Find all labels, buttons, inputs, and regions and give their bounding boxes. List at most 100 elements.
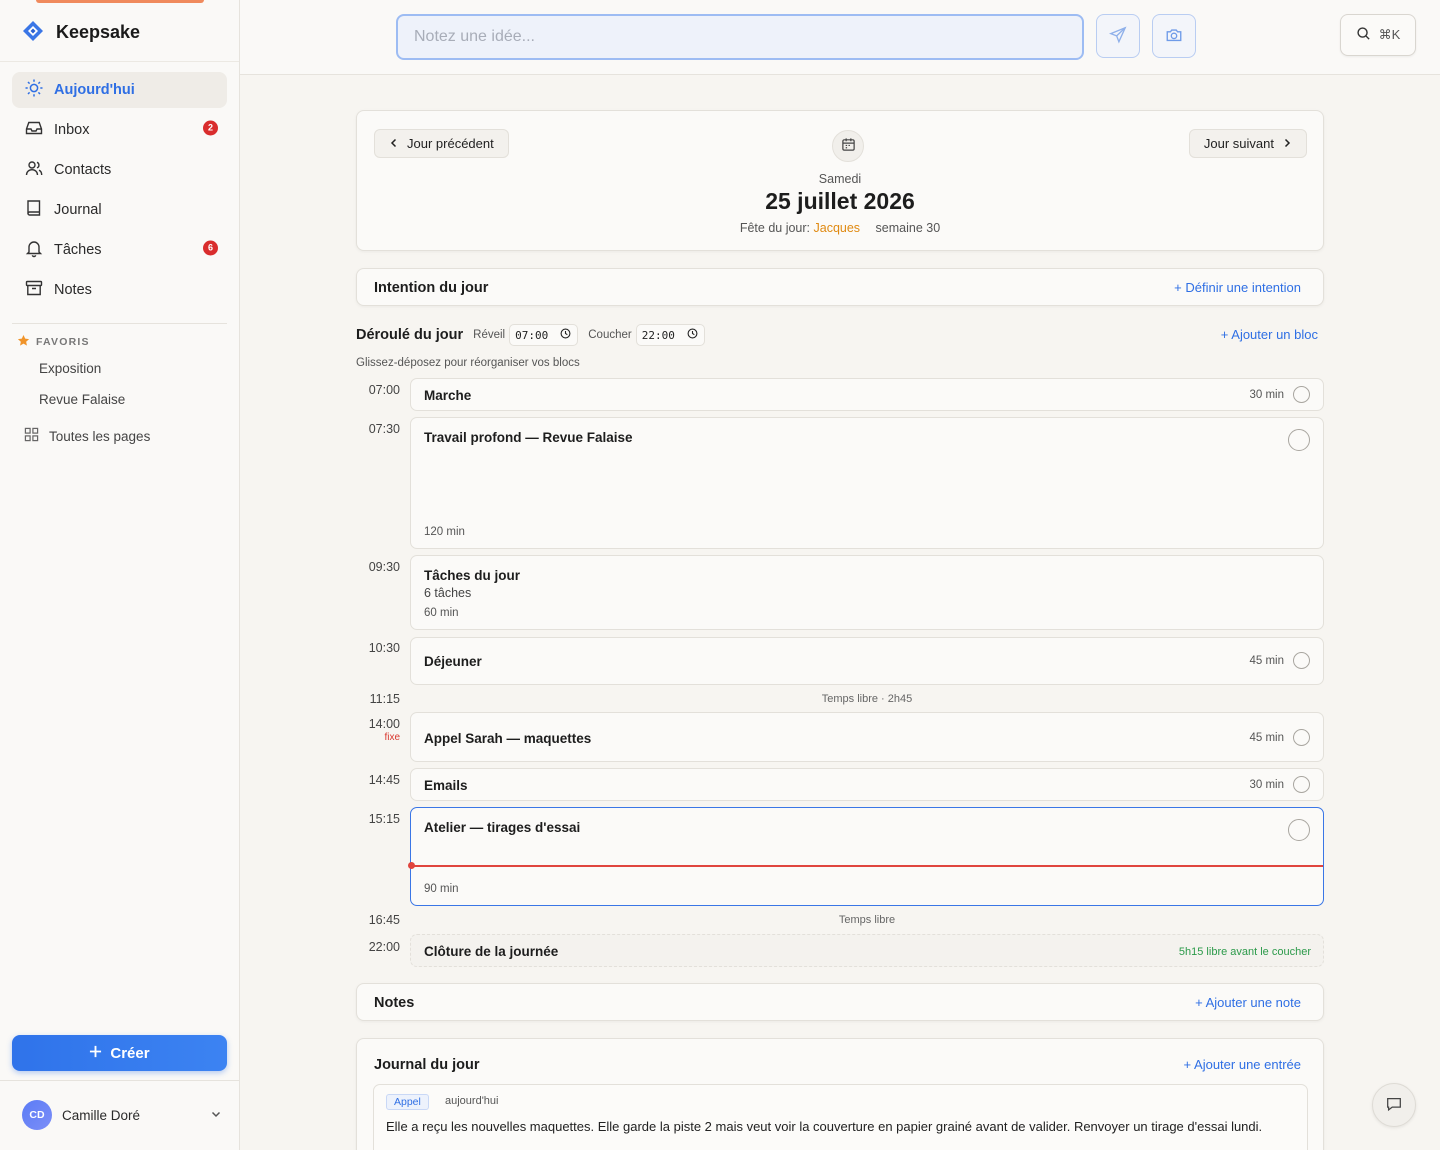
block-title: Atelier — tirages d'essai (424, 820, 581, 835)
entry-text: Elle a reçu les nouvelles maquettes. Ell… (386, 1119, 1263, 1134)
bed-label: Coucher (588, 329, 632, 341)
complete-checkbox[interactable] (1293, 652, 1310, 669)
day-flow-header: Déroulé du jour Réveil 07:00 Coucher 22:… (356, 324, 1324, 346)
sidebar-item-notes[interactable]: Notes (12, 272, 227, 308)
timeline-time: 10:30 (368, 641, 400, 655)
grid-icon (24, 427, 39, 445)
current-time-line (411, 865, 1323, 867)
favorite-item[interactable]: Exposition (39, 361, 101, 376)
current-schedule-block[interactable]: Atelier — tirages d'essai 90 min (408, 807, 1324, 906)
schedule-block[interactable]: Marche 30 min (410, 378, 1324, 411)
complete-checkbox[interactable] (1288, 429, 1310, 451)
complete-checkbox[interactable] (1293, 729, 1310, 746)
day-closing-block[interactable]: Clôture de la journée 5h15 libre avant l… (410, 934, 1324, 967)
sun-icon (24, 78, 44, 102)
section-title: Déroulé du jour (356, 327, 464, 343)
inbox-count-badge: 2 (203, 120, 218, 136)
avatar: CD (22, 1100, 52, 1130)
tasks-count-badge: 6 (203, 240, 218, 256)
sidebar-item-label: Journal (54, 202, 102, 218)
schedule-block[interactable]: Appel Sarah — maquettes 45 min (410, 712, 1324, 762)
free-before-bed-note: 5h15 libre avant le coucher (1178, 946, 1311, 958)
bell-icon (24, 238, 44, 262)
previous-day-button[interactable]: Jour précédent (374, 129, 509, 158)
user-name: Camille Doré (62, 1107, 141, 1123)
complete-checkbox[interactable] (1288, 819, 1310, 841)
add-block-link[interactable]: + Ajouter un bloc (1221, 327, 1318, 342)
all-pages-link[interactable]: Toutes les pages (24, 427, 150, 445)
camera-button[interactable] (1152, 14, 1196, 58)
sidebar-item-label: Aujourd'hui (54, 82, 135, 98)
current-time-dot (408, 862, 415, 869)
sidebar-accent-bar (36, 0, 204, 3)
wake-time-input[interactable]: 07:00 (509, 324, 579, 346)
schedule-block[interactable]: Travail profond — Revue Falaise 120 min (410, 417, 1324, 549)
timeline-time: 15:15 (368, 812, 400, 826)
block-duration: 90 min (424, 883, 459, 895)
fixed-label: fixe (384, 732, 400, 743)
journal-section: Journal du jour + Ajouter une entrée App… (356, 1038, 1324, 1150)
chevron-left-icon (389, 136, 399, 151)
app-name: Keepsake (56, 22, 141, 42)
favorite-item[interactable]: Revue Falaise (39, 392, 125, 407)
block-subtitle: 6 tâches (424, 586, 472, 600)
contacts-icon (24, 158, 44, 182)
chevron-right-icon (1282, 136, 1292, 151)
feast-line: Fête du jour: Jacques semaine 30 (739, 221, 941, 235)
section-title: Journal du jour (374, 1057, 480, 1073)
set-intention-link[interactable]: + Définir une intention (1174, 280, 1301, 295)
add-entry-link[interactable]: + Ajouter une entrée (1184, 1057, 1301, 1072)
logo-icon (22, 20, 44, 45)
entry-tag: Appel (386, 1094, 429, 1110)
week-number: semaine 30 (875, 221, 941, 235)
notes-section: Notes + Ajouter une note (356, 983, 1324, 1021)
sidebar-item-inbox[interactable]: Inbox 2 (12, 112, 227, 148)
camera-icon (1165, 26, 1183, 47)
block-duration: 120 min (424, 526, 465, 538)
schedule-block[interactable]: Déjeuner 45 min (410, 637, 1324, 685)
bed-time-input[interactable]: 22:00 (635, 324, 705, 346)
timeline-time: 07:00 (368, 383, 400, 397)
section-title: Intention du jour (374, 280, 489, 296)
sidebar-nav: Aujourd'hui Inbox 2 Contacts Journal Tâc… (12, 72, 227, 312)
send-icon (1108, 26, 1127, 47)
complete-checkbox[interactable] (1293, 776, 1310, 793)
add-note-link[interactable]: + Ajouter une note (1195, 995, 1301, 1010)
clock-icon (687, 328, 698, 342)
sidebar-item-label: Inbox (54, 122, 90, 138)
sidebar-item-tasks[interactable]: Tâches 6 (12, 232, 227, 268)
feast-name[interactable]: Jacques (814, 221, 861, 235)
complete-checkbox[interactable] (1293, 386, 1310, 403)
block-title: Marche (424, 388, 472, 403)
sidebar-item-label: Contacts (54, 162, 112, 178)
divider (0, 1080, 239, 1081)
sidebar-item-today[interactable]: Aujourd'hui (12, 72, 227, 108)
create-button[interactable]: Créer (12, 1035, 227, 1071)
quick-note-input[interactable] (396, 14, 1084, 60)
divider (0, 61, 239, 62)
chat-button[interactable] (1372, 1083, 1416, 1127)
intention-section: Intention du jour + Définir une intentio… (356, 268, 1324, 306)
sidebar-item-contacts[interactable]: Contacts (12, 152, 227, 188)
timeline-time: 22:00 (368, 940, 400, 954)
block-title: Tâches du jour (424, 568, 521, 583)
brand[interactable]: Keepsake (22, 20, 140, 45)
send-button[interactable] (1096, 14, 1140, 58)
sidebar-item-label: Tâches (54, 242, 102, 258)
journal-entry[interactable]: Appel aujourd'hui Elle a reçu les nouvel… (373, 1084, 1308, 1150)
timeline-time: 14:45 (368, 773, 400, 787)
tasks-block[interactable]: Tâches du jour 6 tâches 60 min (410, 555, 1324, 630)
block-duration: 45 min (1249, 732, 1284, 744)
schedule-block[interactable]: Emails 30 min (410, 768, 1324, 801)
calendar-button[interactable] (832, 130, 864, 162)
next-day-button[interactable]: Jour suivant (1188, 129, 1307, 158)
plus-icon (89, 1045, 102, 1062)
sidebar-item-journal[interactable]: Journal (12, 192, 227, 228)
user-menu[interactable]: CD Camille Doré (22, 1100, 222, 1130)
free-time-label: Temps libre · 2h45 (821, 693, 913, 705)
drag-hint: Glissez-déposez pour réorganiser vos blo… (356, 357, 580, 369)
search-button[interactable]: ⌘K (1340, 14, 1416, 56)
page-title: 25 juillet 2026 (765, 188, 915, 214)
block-title: Appel Sarah — maquettes (424, 731, 592, 746)
sidebar-item-label: Notes (54, 282, 92, 298)
